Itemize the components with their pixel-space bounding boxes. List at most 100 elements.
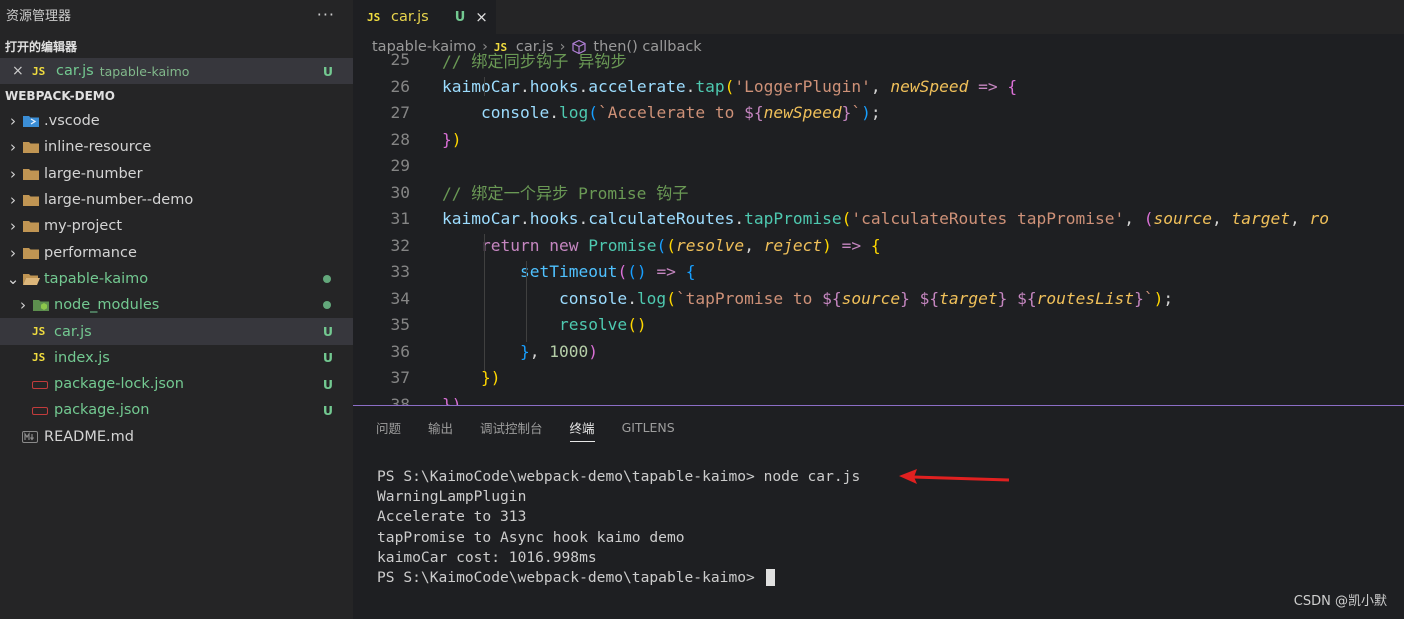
code-token: } <box>1134 288 1144 308</box>
code-line: 36 }, 1000) <box>353 338 1404 365</box>
code-line: 38}) <box>353 391 1404 405</box>
open-editor-item[interactable]: × JS car.js tapable-kaimo U <box>0 58 353 84</box>
tree-item-label: my-project <box>44 218 123 235</box>
chevron-right-icon: › <box>10 191 16 210</box>
chevron-right-icon: › <box>10 164 16 183</box>
js-file-icon: JS <box>32 64 46 78</box>
workspace-section[interactable]: WEBPACK-DEMO <box>0 84 353 108</box>
tab-car-js[interactable]: JS car.js U × <box>353 0 496 34</box>
panel-tab[interactable]: 终端 <box>569 412 595 442</box>
code-token: } <box>997 288 1008 308</box>
js-file-icon: JS <box>32 325 54 338</box>
code-token: { <box>870 235 881 255</box>
line-content: console.log(`tapPromise to ${source} ${t… <box>410 289 1173 308</box>
tree-item-label: package.json <box>54 402 150 419</box>
chevron-right-icon: › <box>10 138 16 157</box>
tree-item-label: inline-resource <box>44 139 152 156</box>
tree-item[interactable]: package-lock.json U <box>0 371 353 397</box>
terminal-text: PS S:\KaimoCode\webpack-demo\tapable-kai… <box>377 468 861 485</box>
panel-tab[interactable]: 输出 <box>428 412 453 442</box>
red-arrow-annotation <box>899 469 1010 484</box>
editor-area: JS car.js U × tapable-kaimo › JS car.js … <box>353 0 1404 405</box>
terminal-line: Accelerate to 313 <box>377 507 1404 527</box>
code-token: ro <box>1309 209 1329 229</box>
line-content: kaimoCar.hooks.accelerate.tap('LoggerPlu… <box>410 77 1017 96</box>
terminal-output[interactable]: PS S:\KaimoCode\webpack-demo\tapable-kai… <box>353 448 1404 588</box>
code-token: // 绑定同步钩子 异钩步 <box>442 51 627 71</box>
code-token: } <box>900 288 910 308</box>
line-number: 35 <box>390 315 411 335</box>
tab-close-icon[interactable]: × <box>475 8 488 26</box>
code-token: ( <box>1143 209 1154 229</box>
code-token: { <box>685 262 696 282</box>
tree-item[interactable]: › inline-resource <box>0 134 353 160</box>
more-actions-icon[interactable]: ··· <box>317 5 335 24</box>
tab-label: car.js <box>391 9 429 25</box>
code-token: }) <box>480 368 501 388</box>
close-icon[interactable]: × <box>12 63 32 79</box>
code-line: 37 }) <box>353 365 1404 392</box>
code-token: console <box>480 103 550 123</box>
tree-item[interactable]: JS car.js U <box>0 318 353 345</box>
line-number: 37 <box>390 368 411 388</box>
tree-item[interactable]: › .vscode <box>0 108 353 134</box>
code-token: . <box>734 209 745 229</box>
tree-item-label: package-lock.json <box>54 376 184 393</box>
tree-item[interactable]: › performance <box>0 239 353 265</box>
code-token: ${ <box>822 288 842 308</box>
indent-guide <box>526 260 527 342</box>
panel-tab[interactable]: GITLENS <box>622 412 675 442</box>
line-content: }, 1000) <box>410 342 598 361</box>
tree-item[interactable]: › my-project <box>0 213 353 239</box>
code-token: } <box>519 341 530 361</box>
json-file-icon <box>32 380 54 389</box>
terminal-line: tapPromise to Async hook kaimo demo <box>377 528 1404 548</box>
chevron-right-icon: › <box>10 112 16 131</box>
panel-tab[interactable]: 问题 <box>376 412 401 442</box>
line-number: 38 <box>390 394 411 405</box>
node-folder-icon <box>32 298 54 312</box>
line-content: console.log(`Accelerate to ${newSpeed}`)… <box>410 103 881 122</box>
code-token: () <box>627 315 647 335</box>
code-token: } <box>841 103 852 123</box>
tree-item[interactable]: › node_modules <box>0 292 353 318</box>
code-token: source <box>841 288 901 308</box>
tree-item[interactable]: ⌄ tapable-kaimo <box>0 266 353 292</box>
tree-item[interactable]: package.json U <box>0 397 353 423</box>
code-token: hooks <box>529 209 579 229</box>
terminal-text: PS S:\KaimoCode\webpack-demo\tapable-kai… <box>377 568 764 586</box>
code-token: ) <box>588 341 598 361</box>
json-file-icon <box>32 406 54 415</box>
code-token: ( <box>617 262 628 282</box>
code-token: `Accelerate to <box>597 103 745 123</box>
tree-item-label: node_modules <box>54 297 160 314</box>
tree-item[interactable]: › large-number--demo <box>0 187 353 213</box>
chevron-right-icon: › <box>10 217 16 236</box>
tree-item-label: .vscode <box>44 113 100 130</box>
code-token: , <box>744 235 764 255</box>
code-line: 28}) <box>353 126 1404 153</box>
panel-tab[interactable]: 调试控制台 <box>480 412 543 442</box>
code-token: ; <box>1163 288 1174 308</box>
open-editors-section[interactable]: 打开的编辑器 <box>0 34 353 58</box>
untracked-badge: U <box>322 402 333 418</box>
tree-item[interactable]: README.md <box>0 424 353 450</box>
terminal-text: tapPromise to Async hook kaimo demo <box>377 528 685 546</box>
code-token: 1000 <box>549 341 589 361</box>
code-token: kaimoCar <box>442 76 520 96</box>
code-line: 27 console.log(`Accelerate to ${newSpeed… <box>353 100 1404 127</box>
tree-item[interactable]: JS index.js U <box>0 345 353 371</box>
code-token: () <box>627 262 647 282</box>
code-token: console <box>558 288 628 308</box>
tree-item[interactable]: › large-number <box>0 161 353 187</box>
js-file-icon: JS <box>367 10 381 24</box>
folder-icon <box>22 246 44 260</box>
code-token: routesList <box>1036 288 1135 308</box>
tab-status-badge: U <box>454 9 466 25</box>
